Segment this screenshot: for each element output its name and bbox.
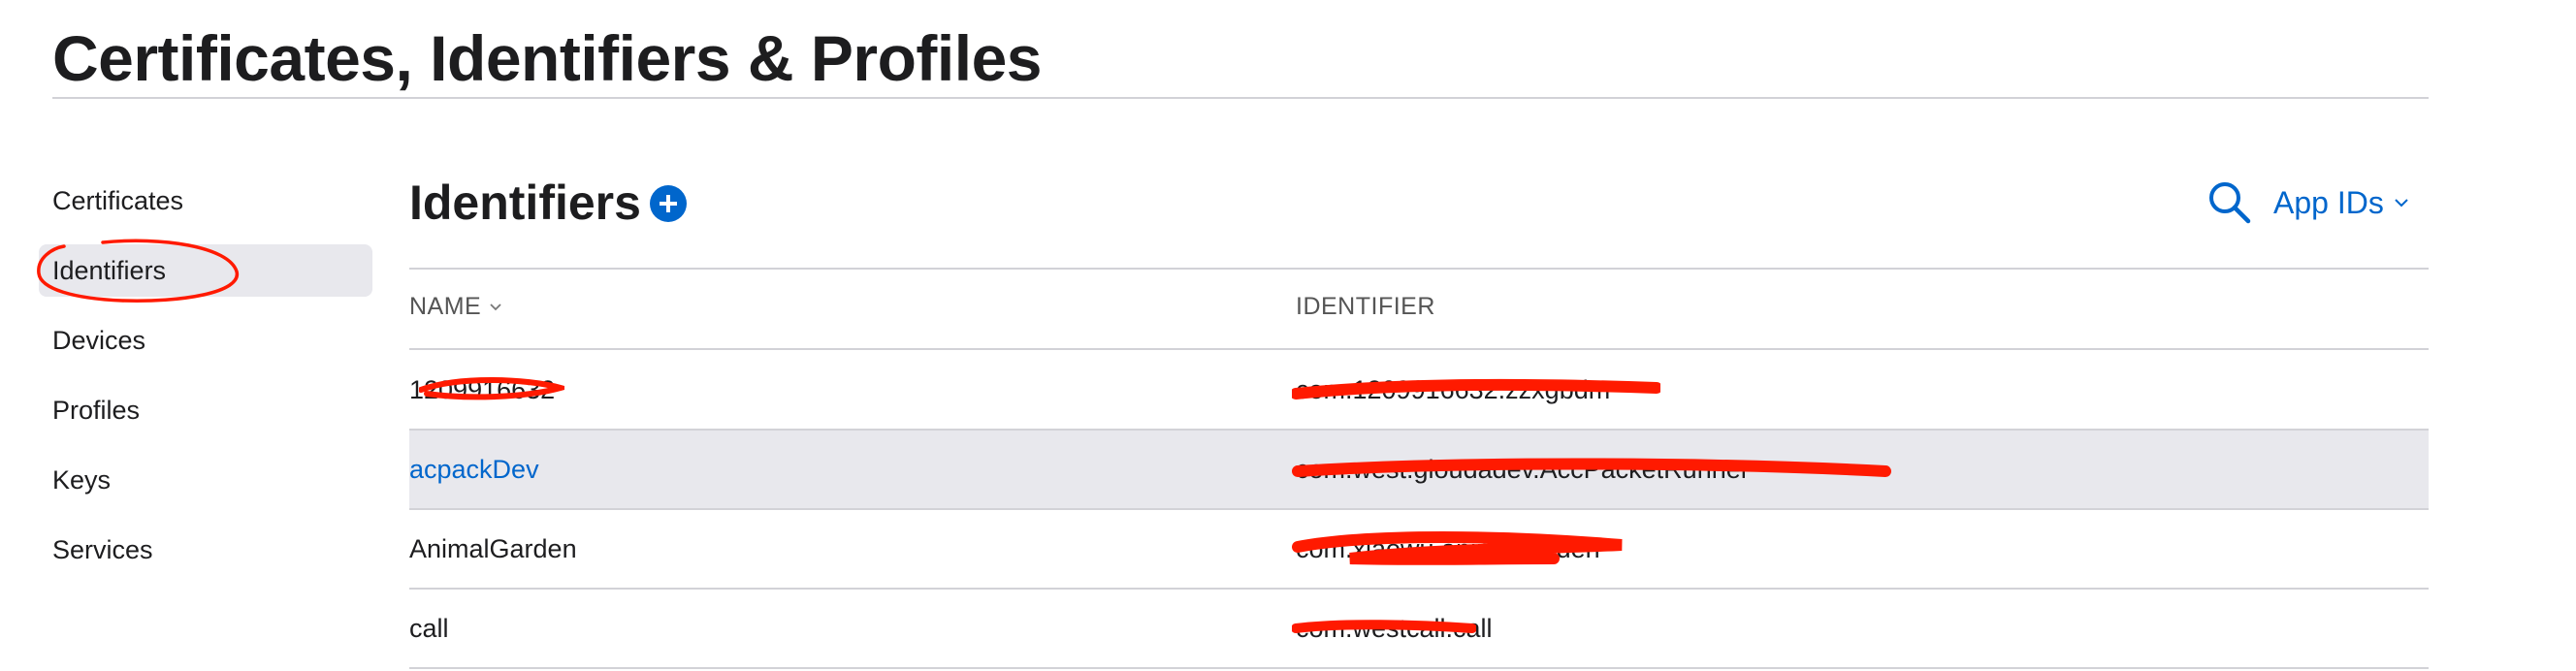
sidebar-item-profiles[interactable]: Profiles (39, 384, 372, 436)
section-title: Identifiers (409, 176, 641, 230)
row-name: AnimalGarden (409, 533, 577, 563)
app-ids-filter-dropdown[interactable]: App IDs (2273, 180, 2409, 225)
sidebar-item-devices[interactable]: Devices (39, 314, 372, 367)
column-header-label: IDENTIFIER (1296, 293, 1435, 320)
sidebar-item-certificates[interactable]: Certificates (39, 175, 372, 227)
column-header-identifier: IDENTIFIER (1296, 293, 1435, 321)
sidebar-item-keys[interactable]: Keys (39, 454, 372, 506)
sidebar-item-identifiers[interactable]: Identifiers (39, 244, 372, 297)
table-header-divider (409, 348, 2429, 350)
row-divider (409, 667, 2429, 669)
sidebar-item-label: Certificates (52, 185, 184, 215)
sidebar-item-label: Services (52, 534, 153, 564)
title-divider (52, 97, 2429, 99)
column-header-name[interactable]: NAME (409, 293, 502, 321)
table-top-divider (409, 268, 2429, 270)
search-button[interactable] (2207, 180, 2252, 225)
sidebar: Certificates Identifiers Devices Profile… (39, 175, 372, 593)
sidebar-item-label: Devices (52, 325, 146, 355)
sidebar-item-label: Keys (52, 464, 112, 495)
row-name-link[interactable]: acpackDev (409, 431, 539, 508)
row-name: call (409, 613, 449, 643)
sidebar-item-label: Profiles (52, 395, 141, 425)
table-row[interactable]: call com.westcall.call (409, 590, 2429, 667)
row-identifier: com.xiaowu.animalgarden (1296, 533, 1600, 563)
search-icon (2209, 182, 2251, 224)
chevron-down-icon (2395, 199, 2408, 208)
sort-chevron-icon (490, 304, 501, 311)
table-row[interactable]: acpackDev com.west.gloudadev.AccPacketRu… (409, 431, 2429, 508)
table-row[interactable]: AnimalGarden com.xiaowu.animalgarden (409, 510, 2429, 588)
filter-label: App IDs (2273, 184, 2384, 220)
column-header-label: NAME (409, 293, 482, 320)
plus-icon (660, 195, 677, 212)
page-title: Certificates, Identifiers & Profiles (52, 22, 1043, 94)
row-name: 1209916632 (409, 374, 556, 404)
sidebar-item-services[interactable]: Services (39, 524, 372, 576)
row-identifier: com.1209916632.zzxgbdm (1296, 374, 1611, 404)
table-row[interactable]: 1209916632 com.1209916632.zzxgbdm (409, 351, 2429, 429)
sidebar-item-label: Identifiers (52, 255, 167, 285)
add-identifier-button[interactable] (650, 185, 687, 222)
row-identifier: com.west.gloudadev.AccPacketRunner (1296, 454, 1750, 484)
row-identifier: com.westcall.call (1296, 613, 1493, 643)
